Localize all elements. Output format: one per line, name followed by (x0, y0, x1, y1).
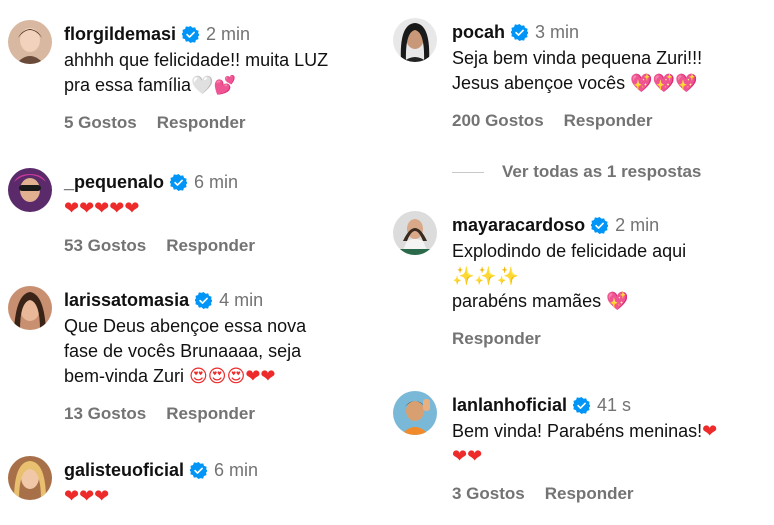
heart-emoji: 🤍💕 (191, 75, 236, 96)
avatar[interactable] (8, 20, 52, 64)
comment-timestamp: 4 min (219, 290, 264, 310)
reply-button[interactable]: Responder (545, 483, 634, 505)
comment-timestamp: 6 min (194, 172, 239, 192)
comment-username[interactable]: _pequenalo (64, 170, 164, 194)
avatar[interactable] (393, 211, 437, 255)
avatar[interactable] (8, 456, 52, 500)
avatar[interactable] (393, 391, 437, 435)
avatar[interactable] (8, 168, 52, 212)
comment-text: Explodindo de felicidade aqui ✨✨✨ parabé… (452, 241, 687, 312)
heart-emoji: ❤❤❤❤❤ (64, 198, 140, 219)
verified-badge-icon (170, 173, 188, 191)
verified-badge-icon (190, 461, 208, 479)
comment-username[interactable]: larissatomasia (64, 288, 189, 312)
likes-count[interactable]: 13 Gostos (64, 403, 146, 425)
heart-emoji: ❤❤ (452, 446, 483, 467)
likes-count[interactable]: 53 Gostos (64, 235, 146, 257)
verified-badge-icon (511, 23, 529, 41)
comment-username[interactable]: mayaracardoso (452, 213, 585, 237)
comment-timestamp: 6 min (214, 460, 259, 480)
reply-button[interactable]: Responder (166, 403, 255, 425)
comment-text: ❤❤❤❤❤ (64, 196, 381, 221)
comment-text: Seja bem vinda pequena Zuri!!! Jesus abe… (452, 48, 703, 94)
comment-timestamp: 2 min (615, 215, 660, 235)
comment-text: Bem vinda! Parabéns meninas!❤ ❤❤ (452, 421, 718, 467)
verified-badge-icon (195, 291, 213, 309)
replies-divider (452, 171, 484, 173)
comment-username[interactable]: lanlanhoficial (452, 393, 567, 417)
comment-timestamp: 41 s (597, 395, 632, 415)
view-replies-button[interactable]: Ver todas as 1 respostas (452, 162, 701, 182)
comment-text: ahhhh que felicidade!! muita LUZ pra ess… (64, 50, 329, 96)
heart-eyes-emoji: 😍😍😍❤❤ (189, 366, 276, 387)
sparkling-heart-emoji: 💖 (606, 291, 629, 312)
avatar[interactable] (8, 286, 52, 330)
comment-text: Que Deus abençoe essa nova fase de vocês… (64, 316, 307, 387)
sparkling-heart-emoji: 💖💖💖 (630, 73, 698, 94)
likes-count[interactable]: 200 Gostos (452, 110, 544, 132)
heart-emoji: ❤❤❤ (64, 486, 110, 507)
comment-timestamp: 2 min (206, 24, 251, 44)
comment-username[interactable]: galisteuoficial (64, 458, 184, 482)
reply-button[interactable]: Responder (157, 112, 246, 134)
view-replies-label[interactable]: Ver todas as 1 respostas (502, 162, 701, 182)
reply-button[interactable]: Responder (452, 328, 541, 350)
likes-count[interactable]: 5 Gostos (64, 112, 137, 134)
avatar[interactable] (393, 18, 437, 62)
comment-username[interactable]: florgildemasi (64, 22, 176, 46)
verified-badge-icon (573, 396, 591, 414)
verified-badge-icon (182, 25, 200, 43)
reply-button[interactable]: Responder (166, 235, 255, 257)
comment-timestamp: 3 min (535, 22, 580, 42)
reply-button[interactable]: Responder (564, 110, 653, 132)
sparkles-emoji: ✨✨✨ (452, 266, 520, 287)
likes-count[interactable]: 3 Gostos (452, 483, 525, 505)
comment-username[interactable]: pocah (452, 20, 505, 44)
heart-emoji: ❤ (702, 421, 718, 442)
verified-badge-icon (591, 216, 609, 234)
comment-text: ❤❤❤ (64, 484, 381, 509)
